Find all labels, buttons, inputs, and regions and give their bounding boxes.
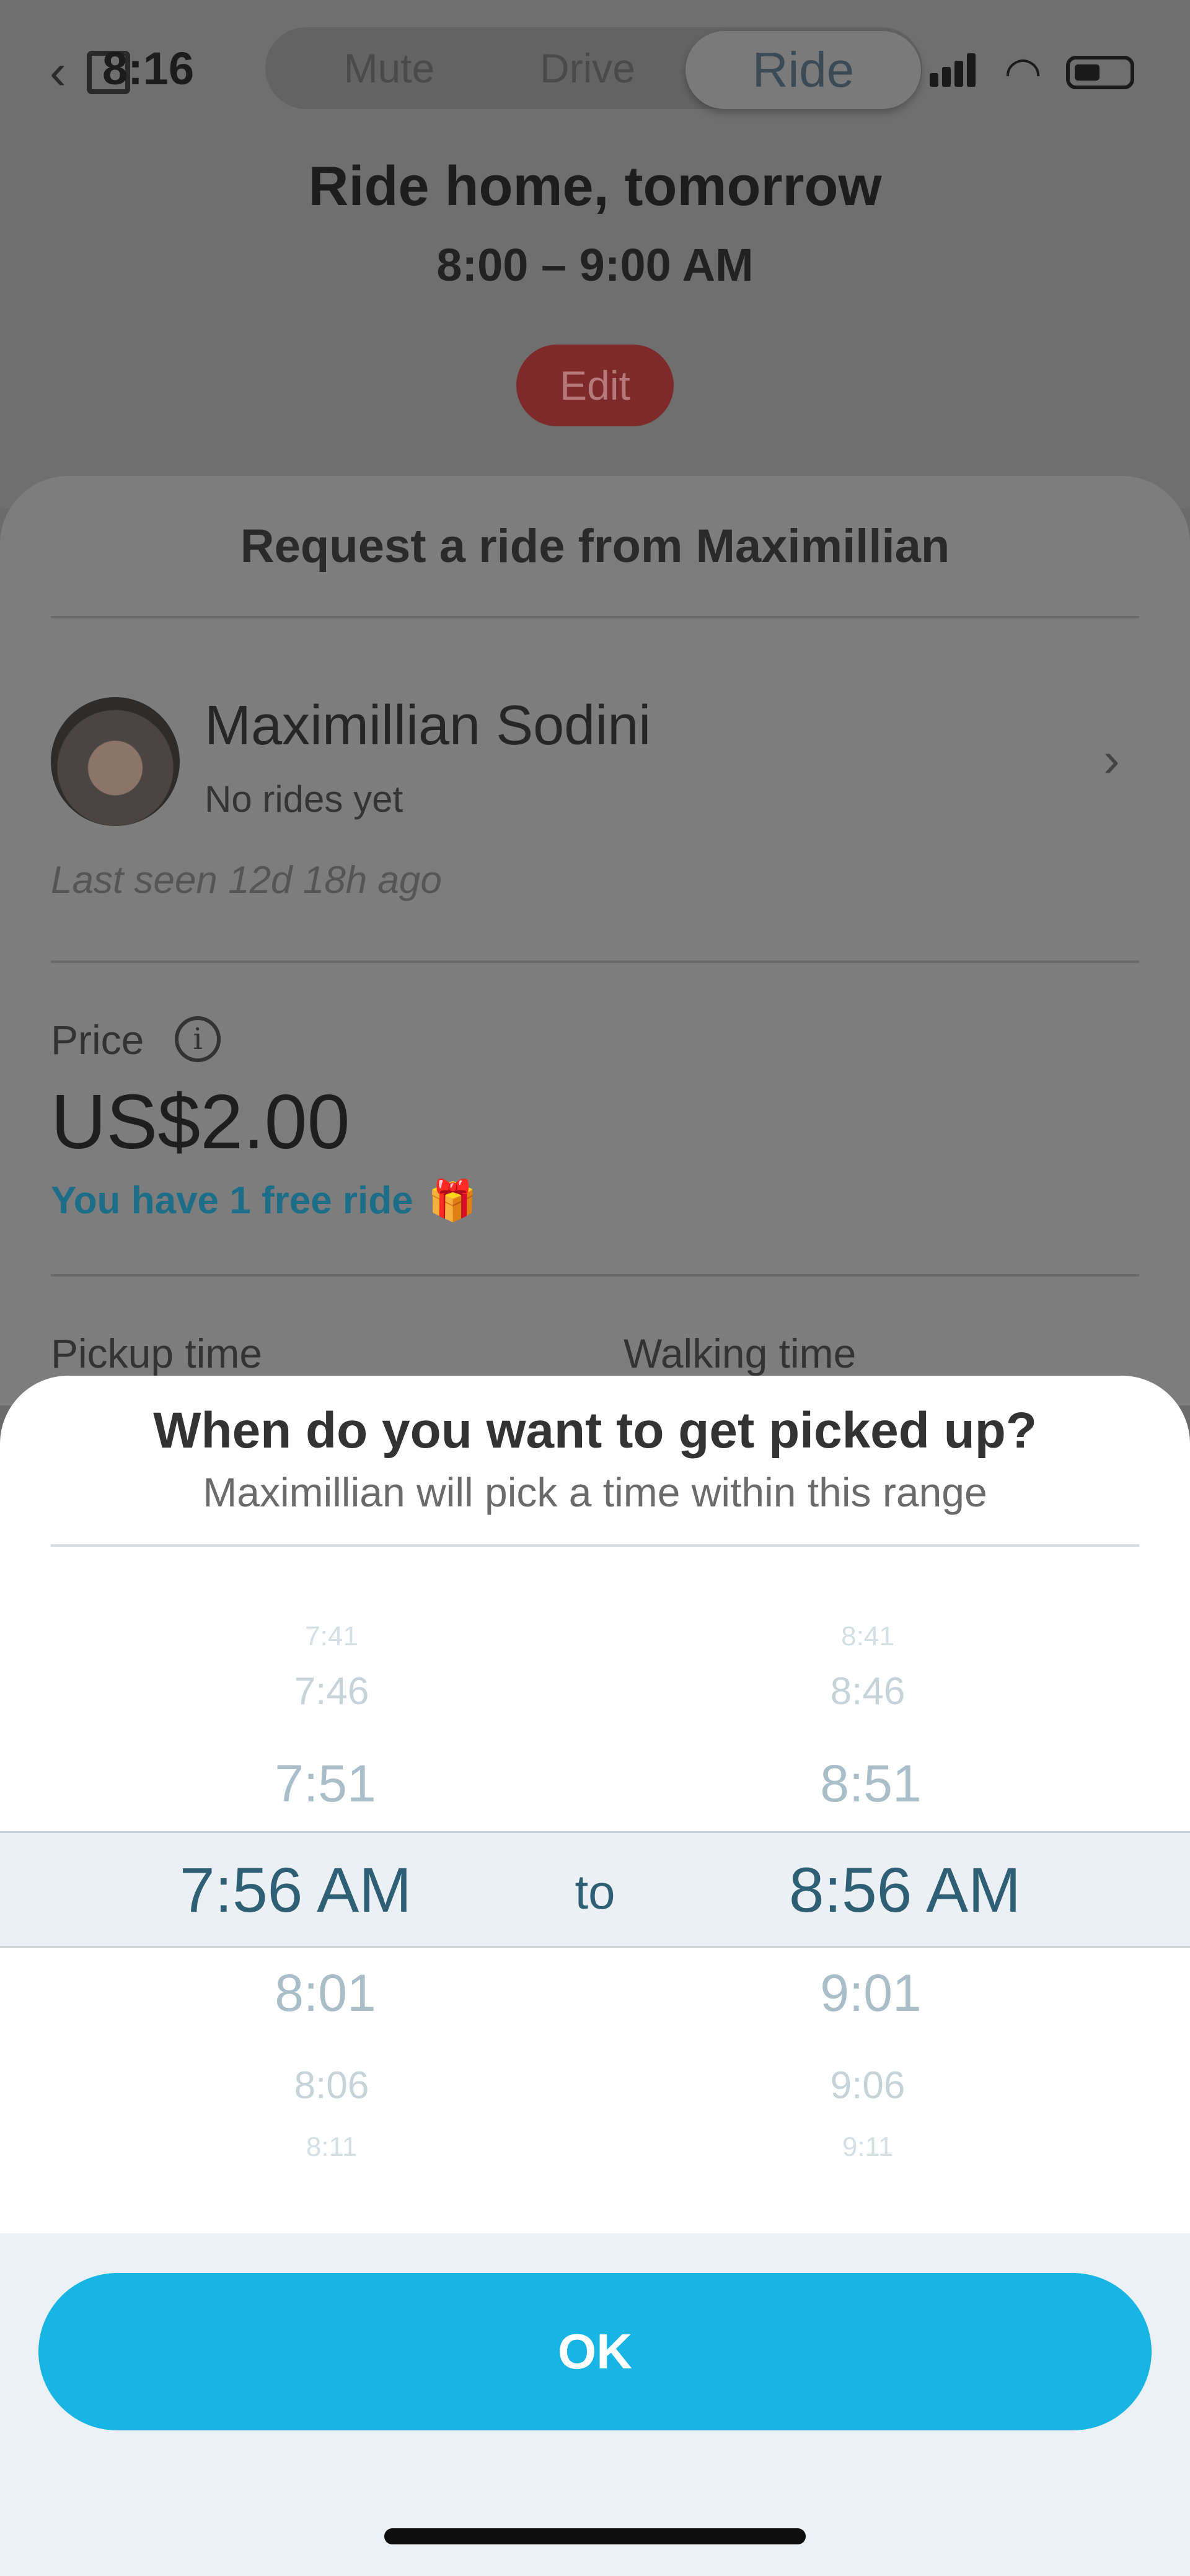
free-ride-text: You have 1 free ride <box>51 1179 413 1222</box>
gift-icon: 🎁 <box>428 1178 477 1223</box>
start-time-selected[interactable]: 7:56 AM <box>104 1854 488 1927</box>
end-wheel-option[interactable]: 9:06 <box>713 2064 1023 2108</box>
end-wheel-option[interactable]: 8:51 <box>716 1754 1026 1814</box>
start-wheel-option[interactable]: 7:46 <box>177 1669 487 1713</box>
pickup-time-label: Pickup time <box>51 1330 263 1376</box>
range-separator: to <box>575 1865 615 1919</box>
end-wheel-option[interactable]: 9:11 <box>713 2132 1023 2156</box>
ride-title: Ride home, tomorrow <box>308 156 882 218</box>
end-time-selected[interactable]: 8:56 AM <box>713 1854 1097 1927</box>
back-chevron-icon[interactable]: ‹ <box>50 43 66 100</box>
start-wheel-option[interactable]: 8:01 <box>170 1963 480 2023</box>
start-wheel-option[interactable]: 7:51 <box>170 1754 480 1814</box>
status-time: 8:16 <box>102 43 195 94</box>
walking-time-label: Walking time <box>624 1330 857 1376</box>
battery-icon <box>1066 56 1134 89</box>
driver-ride-count: No rides yet <box>205 778 403 820</box>
end-wheel-option[interactable]: 9:01 <box>716 1963 1026 2023</box>
segment-drive[interactable]: Drive <box>488 27 687 109</box>
divider <box>51 961 1139 963</box>
ride-time-range: 8:00 – 9:00 AM <box>436 239 754 291</box>
edit-button[interactable]: Edit <box>516 345 674 426</box>
divider <box>51 1544 1139 1547</box>
request-sheet <box>0 476 1190 1405</box>
price-label: Price <box>51 1017 144 1063</box>
cellular-signal-icon <box>930 53 979 87</box>
ok-button[interactable]: OK <box>38 2273 1152 2430</box>
start-wheel-option[interactable]: 8:11 <box>177 2132 487 2156</box>
price-value: US$2.00 <box>51 1079 350 1165</box>
picker-title: When do you want to get picked up? <box>153 1402 1037 1459</box>
driver-avatar[interactable] <box>51 697 180 826</box>
divider <box>51 1274 1139 1277</box>
home-indicator[interactable] <box>384 2528 806 2544</box>
driver-name[interactable]: Maximillian Sodini <box>205 694 651 758</box>
last-seen: Last seen 12d 18h ago <box>51 859 442 902</box>
segment-mute[interactable]: Mute <box>290 27 488 109</box>
wifi-icon: ◠ <box>1004 48 1042 97</box>
segment-ride[interactable]: Ride <box>685 31 921 109</box>
request-title: Request a ride from Maximillian <box>240 520 950 573</box>
start-wheel-option[interactable]: 7:41 <box>177 1621 487 1646</box>
info-icon[interactable]: i <box>175 1016 221 1062</box>
divider <box>51 616 1139 618</box>
picker-subtitle: Maximillian will pick a time within this… <box>203 1469 987 1515</box>
end-wheel-option[interactable]: 8:46 <box>713 1669 1023 1713</box>
start-wheel-option[interactable]: 8:06 <box>177 2064 487 2108</box>
chevron-right-icon[interactable]: › <box>1103 731 1120 788</box>
end-wheel-option[interactable]: 8:41 <box>713 1621 1023 1646</box>
